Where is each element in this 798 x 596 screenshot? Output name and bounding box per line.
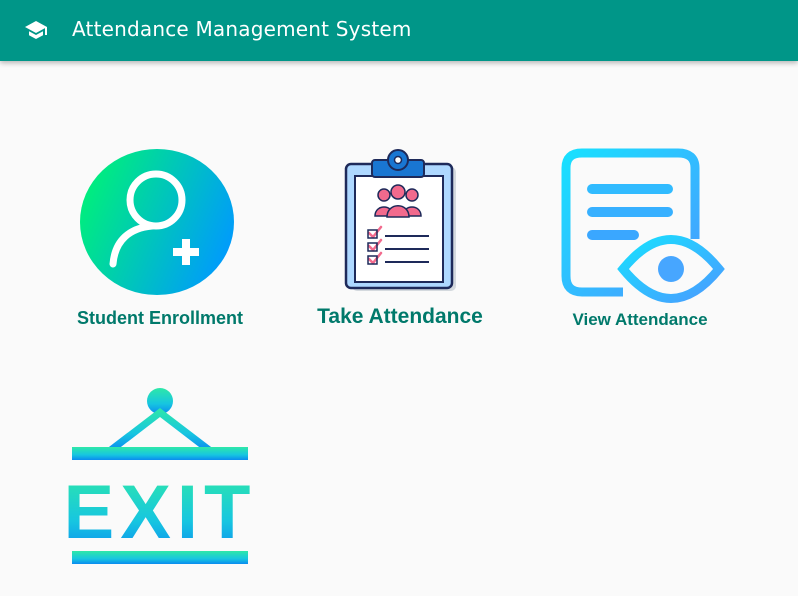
clipboard-icon <box>344 149 456 291</box>
student-enrollment-label: Student Enrollment <box>77 308 243 328</box>
document-eye-icon <box>561 148 725 303</box>
app-bar: Attendance Management System <box>0 0 798 61</box>
add-user-icon <box>80 149 234 295</box>
exit-sign-icon: EXIT <box>64 388 257 564</box>
graduation-cap-icon <box>25 21 47 39</box>
exit-button[interactable]: EXIT <box>60 380 260 580</box>
take-attendance-button[interactable]: Take Attendance <box>300 140 500 340</box>
view-attendance-button[interactable]: View Attendance <box>540 140 740 340</box>
app-title: Attendance Management System <box>72 17 412 41</box>
exit-label: EXIT <box>64 470 257 555</box>
student-enrollment-button[interactable]: Student Enrollment <box>60 140 260 340</box>
view-attendance-label: View Attendance <box>572 310 708 329</box>
take-attendance-label: Take Attendance <box>317 305 483 328</box>
